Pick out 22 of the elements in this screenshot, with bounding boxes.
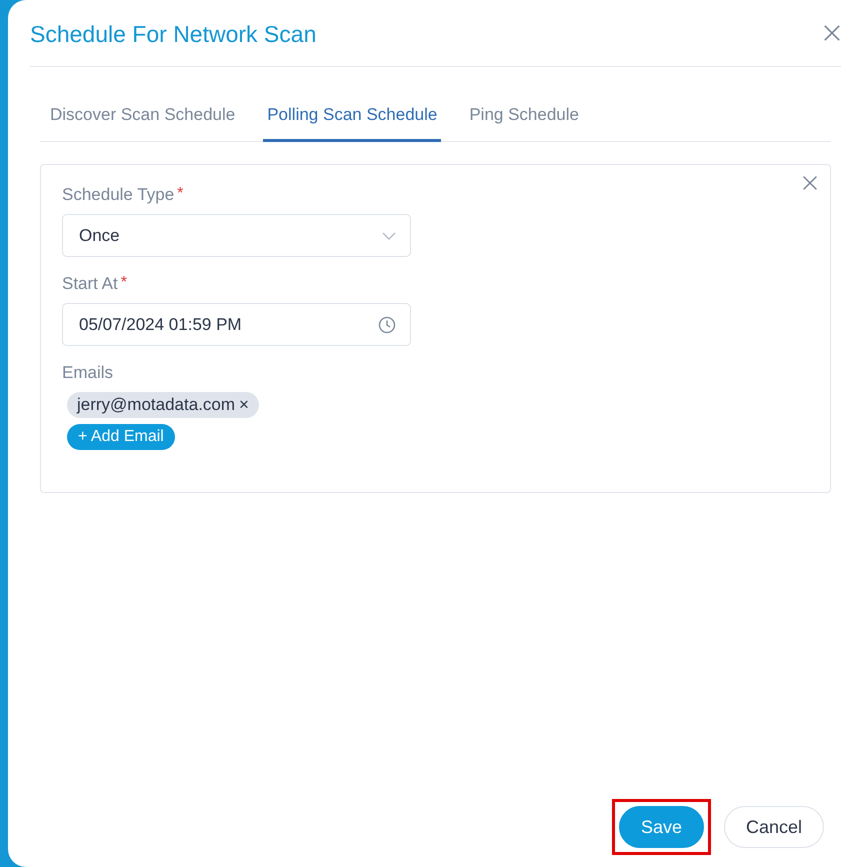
remove-button[interactable]: × [239, 395, 249, 415]
field-label: Emails [62, 363, 114, 383]
field-label: Schedule Type [62, 185, 174, 205]
close-icon [802, 175, 818, 191]
email-text: jerry@motadata.com [77, 395, 236, 415]
field-label: Start At [62, 274, 118, 294]
chevron-down-icon [382, 232, 396, 240]
save-button[interactable]: Save [618, 806, 704, 848]
add-email-button[interactable]: + Add Email [67, 424, 175, 450]
cancel-button[interactable]: Cancel [724, 806, 824, 848]
tab[interactable]: Polling Scan Schedule [263, 105, 442, 142]
close-button[interactable] [823, 24, 841, 42]
tab[interactable]: Discover Scan Schedule [46, 105, 240, 142]
required-mark: * [177, 185, 184, 204]
close-button[interactable] [802, 175, 818, 191]
schedule-type-select[interactable]: Once [62, 214, 411, 257]
required-mark: * [120, 274, 127, 293]
start-at-field[interactable]: 05/07/2024 01:59 PM [62, 303, 411, 346]
dialog-title: Schedule For Network Scan [30, 20, 316, 48]
tab[interactable]: Ping Schedule [465, 105, 583, 142]
clock-icon [378, 316, 396, 334]
close-icon [823, 24, 841, 42]
